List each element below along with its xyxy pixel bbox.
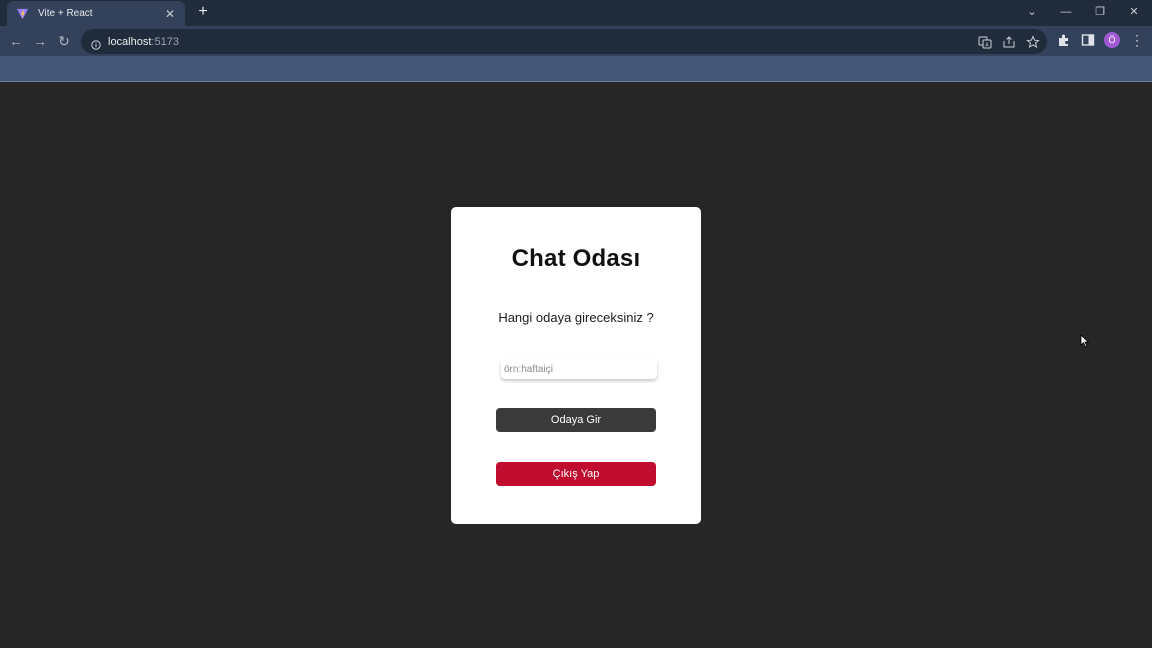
chat-room-card: Chat Odası Hangi odaya gireceksiniz ? Od… (451, 207, 701, 524)
page-viewport: Chat Odası Hangi odaya gireceksiniz ? Od… (0, 82, 1152, 648)
forward-icon[interactable]: → (31, 32, 49, 50)
restore-icon[interactable]: ❐ (1090, 2, 1110, 22)
browser-tab[interactable]: Vite + React ✕ (7, 1, 185, 26)
side-panel-icon[interactable] (1081, 33, 1095, 47)
browser-menu-icon[interactable]: ⋮ (1130, 32, 1144, 48)
vite-logo-icon (15, 7, 29, 21)
tab-close-icon[interactable]: ✕ (163, 7, 177, 21)
reload-icon[interactable]: ↻ (55, 32, 73, 50)
profile-avatar[interactable]: Ö (1104, 32, 1120, 48)
translate-icon[interactable]: A (978, 35, 992, 49)
room-question: Hangi odaya gireceksiniz ? (498, 310, 654, 325)
new-tab-button[interactable]: + (194, 3, 212, 21)
site-info-icon[interactable] (91, 37, 101, 50)
extensions-icon[interactable] (1057, 33, 1071, 47)
mouse-cursor-icon (1080, 334, 1090, 348)
enter-room-button[interactable]: Odaya Gir (496, 408, 656, 432)
bookmark-star-icon[interactable] (1026, 35, 1040, 49)
url-host: localhost (108, 35, 152, 48)
share-icon[interactable] (1002, 35, 1016, 49)
tab-search-icon[interactable]: ⌄ (1022, 2, 1042, 22)
bookmark-bar (0, 56, 1152, 81)
back-icon[interactable]: ← (7, 32, 25, 50)
tab-title: Vite + React (38, 8, 93, 19)
window-close-icon[interactable]: ✕ (1124, 2, 1144, 22)
tab-strip: Vite + React ✕ + ⌄ — ❐ ✕ (0, 0, 1152, 26)
room-name-input[interactable] (501, 359, 657, 379)
url-port: :5173 (151, 35, 179, 48)
page-title: Chat Odası (511, 245, 641, 272)
svg-text:A: A (985, 43, 989, 49)
address-bar[interactable]: localhost :5173 A (81, 29, 1047, 54)
minimize-icon[interactable]: — (1056, 2, 1076, 22)
browser-toolbar: ← → ↻ localhost :5173 A Ö ⋮ (0, 26, 1152, 56)
logout-button[interactable]: Çıkış Yap (496, 462, 656, 486)
